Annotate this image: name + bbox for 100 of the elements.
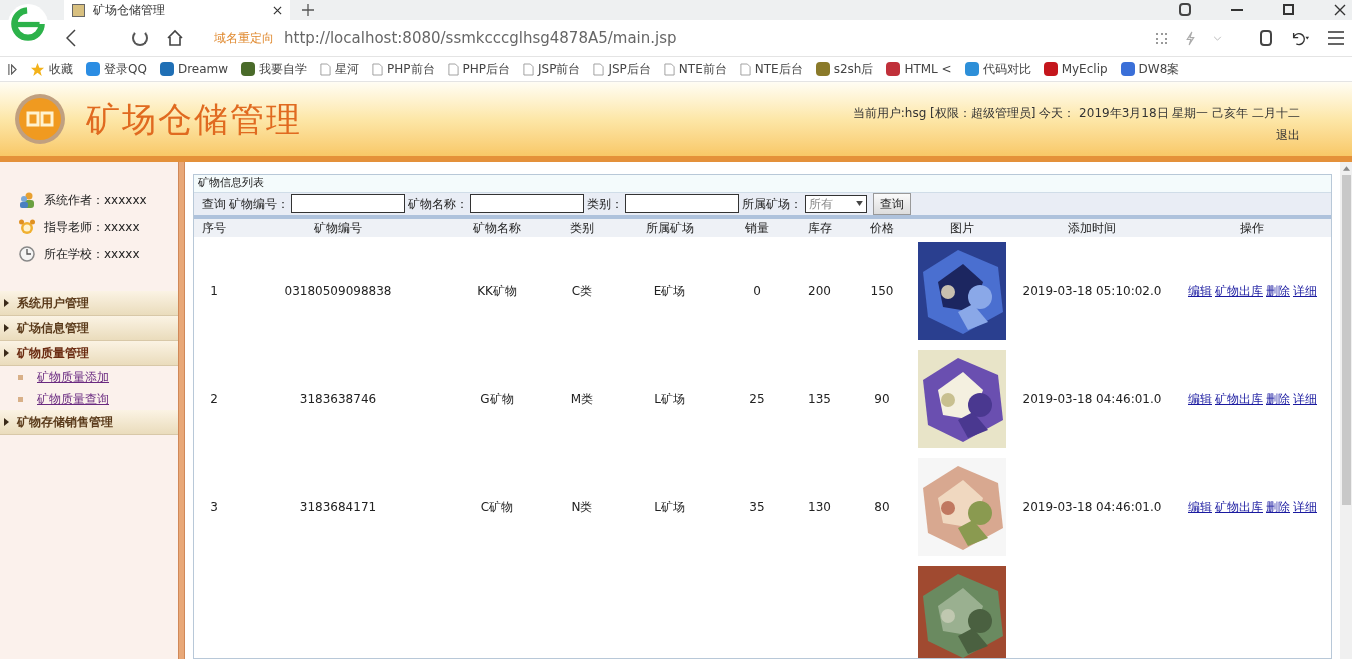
user-info: 当前用户:hsg [权限：超级管理员] 今天： 2019年3月18日 星期一 己亥年 二月十二: [852, 105, 1300, 122]
menu-icon[interactable]: [1328, 31, 1344, 45]
bookmark[interactable]: NTE后台: [739, 60, 803, 78]
table-cell: 2019-03-18 04:46:01.0: [1022, 499, 1162, 514]
table-cell: 3183684171: [299, 499, 377, 514]
action-link[interactable]: 矿物出库: [1215, 281, 1263, 300]
sidebar-toggle-icon[interactable]: [8, 63, 17, 75]
bookmark[interactable]: PHP前台: [372, 60, 435, 78]
bookmark[interactable]: 我要自学: [241, 60, 308, 78]
column-header: 销量: [745, 220, 769, 235]
menu-item[interactable]: 矿物质量管理: [0, 341, 178, 366]
action-link[interactable]: 删除: [1266, 497, 1290, 516]
close-icon[interactable]: [273, 5, 282, 15]
arrow-icon: [4, 299, 9, 307]
input-field[interactable]: [625, 194, 739, 213]
back-icon[interactable]: [66, 29, 76, 47]
scroll-up-icon[interactable]: [1342, 166, 1350, 171]
table-cell: 135: [808, 391, 831, 406]
qr-icon[interactable]: [1156, 32, 1167, 44]
table-cell: 2: [210, 391, 218, 406]
minimize-icon[interactable]: [1231, 8, 1243, 11]
mine-select[interactable]: 所有: [805, 194, 867, 213]
table-cell: M类: [570, 391, 594, 406]
column-header: 矿物编号: [314, 220, 362, 235]
column-header: 类别: [570, 220, 594, 235]
bookmark[interactable]: 登录QQ: [86, 60, 147, 78]
bookmark[interactable]: Dreamw: [159, 60, 229, 78]
url-field[interactable]: http://localhost:8080/ssmkcccglhsg4878A5/main.jsp: [284, 26, 677, 50]
table-cell: 80: [874, 499, 890, 514]
info-text: 指导老师：xxxxx: [44, 218, 140, 236]
column-header: 序号: [202, 220, 226, 235]
restore-icon[interactable]: [1283, 4, 1294, 15]
table-cell: C类: [571, 283, 593, 298]
scrollbar-thumb[interactable]: [1341, 175, 1351, 505]
action-link[interactable]: 详细: [1293, 389, 1317, 408]
bookmark[interactable]: PHP后台: [447, 60, 511, 78]
submenu-link[interactable]: 矿物质量添加: [37, 368, 109, 386]
bookmark[interactable]: JSP后台: [593, 60, 651, 78]
bookmark[interactable]: 星河: [320, 60, 360, 78]
bookmark[interactable]: 收藏: [30, 60, 73, 78]
table-cell: 3: [210, 499, 218, 514]
table-cell: 25: [749, 391, 765, 406]
search-button[interactable]: 查询: [873, 192, 911, 215]
table-cell: 2019-03-18 05:10:02.0: [1022, 283, 1162, 298]
action-link[interactable]: 编辑: [1188, 281, 1212, 300]
column-header: 操作: [1239, 220, 1264, 235]
bookmark[interactable]: DW8案: [1120, 60, 1180, 78]
column-header: 添加时间: [1068, 220, 1116, 235]
column-header: 价格: [870, 220, 894, 235]
menu-item[interactable]: 矿场信息管理: [0, 316, 178, 341]
action-link[interactable]: 矿物出库: [1215, 497, 1263, 516]
redirect-label: 域名重定向: [214, 30, 274, 47]
action-link[interactable]: 编辑: [1188, 497, 1212, 516]
action-link[interactable]: 矿物出库: [1215, 389, 1263, 408]
bookmark[interactable]: JSP前台: [523, 60, 581, 78]
table-cell: G矿物: [480, 391, 514, 406]
info-text: 系统作者：xxxxxx: [44, 191, 147, 209]
input-field[interactable]: [470, 194, 584, 213]
clock-icon: [18, 244, 36, 263]
page-icon: [372, 62, 384, 76]
action-link[interactable]: 删除: [1266, 281, 1290, 300]
alarm-clock-icon: [18, 217, 36, 236]
refresh-icon[interactable]: [132, 30, 148, 46]
bookmark[interactable]: s2sh后: [815, 60, 874, 78]
page-icon: [663, 62, 675, 76]
site-title: 矿场仓储管理: [86, 97, 302, 141]
logout-link[interactable]: 退出: [1276, 126, 1300, 144]
page-icon: [593, 62, 605, 76]
bookmark[interactable]: 代码对比: [964, 60, 1031, 78]
menu-item[interactable]: 矿物存储销售管理: [0, 410, 178, 435]
submenu-link[interactable]: 矿物质量查询: [37, 390, 109, 408]
undo-icon[interactable]: [1290, 30, 1310, 46]
bookmark[interactable]: HTML <: [886, 60, 952, 78]
table-cell: E矿场: [653, 283, 686, 298]
input-field[interactable]: [291, 194, 405, 213]
new-tab-icon[interactable]: [302, 4, 314, 16]
field-label: 所属矿场：: [742, 195, 802, 213]
field-label: 矿物编号：: [229, 195, 289, 213]
action-link[interactable]: 删除: [1266, 389, 1290, 408]
field-label: 矿物名称：: [408, 195, 468, 213]
table-cell: 130: [808, 499, 831, 514]
menu-item[interactable]: 系统用户管理: [0, 291, 178, 316]
action-link[interactable]: 编辑: [1188, 389, 1212, 408]
table-cell: C矿物: [480, 499, 514, 514]
home-icon[interactable]: [166, 29, 184, 47]
dropdown-arrow-icon: [856, 201, 863, 206]
action-link[interactable]: 详细: [1293, 497, 1317, 516]
action-link[interactable]: 详细: [1293, 281, 1317, 300]
page-icon: [523, 62, 535, 76]
bookmark[interactable]: NTE前台: [663, 60, 727, 78]
browser-tab[interactable]: 矿场仓储管理: [64, 0, 290, 20]
page-icon: [320, 62, 332, 76]
arrow-icon: [4, 418, 9, 426]
star-icon: [30, 61, 45, 77]
panel-title: 矿物信息列表: [198, 175, 264, 191]
table-cell: 150: [870, 283, 894, 298]
close-icon[interactable]: [1334, 3, 1346, 16]
bookmark[interactable]: MyEclip: [1043, 60, 1108, 78]
field-label: 类别：: [587, 195, 623, 213]
tablet-icon[interactable]: [1260, 30, 1272, 46]
